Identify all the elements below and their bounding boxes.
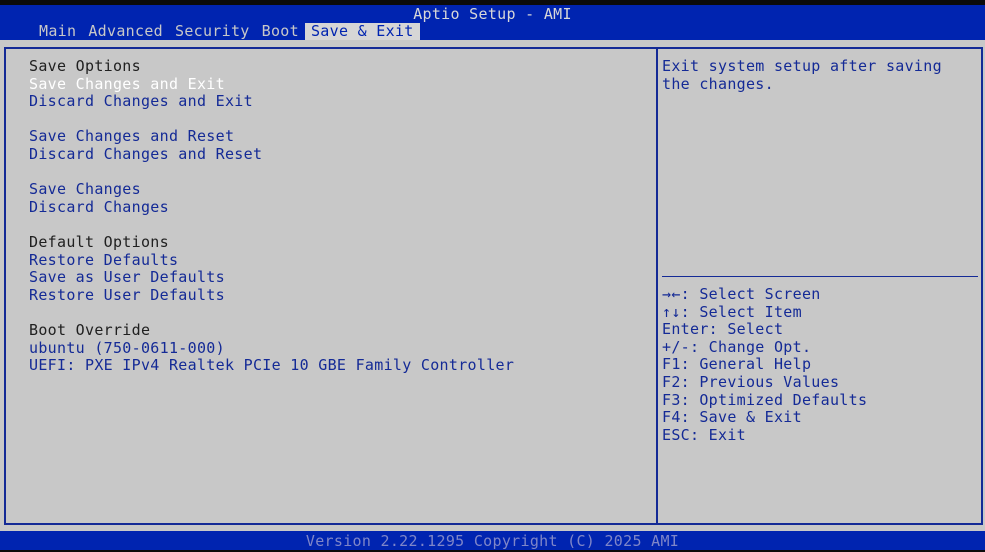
restore-user-defaults-item[interactable]: Restore User Defaults xyxy=(29,286,514,305)
key-hint-f3: F3: Optimized Defaults xyxy=(662,390,868,409)
section-header-boot-override: Boot Override xyxy=(29,320,151,339)
discard-changes-and-reset-item[interactable]: Discard Changes and Reset xyxy=(29,145,514,164)
tab-boot[interactable]: Boot xyxy=(256,22,305,40)
tab-advanced[interactable]: Advanced xyxy=(82,22,169,40)
tab-bar: Main Advanced Security Boot Save & Exit xyxy=(33,22,420,40)
section-header-save-options: Save Options xyxy=(29,57,141,75)
key-hint-select-item: ↑↓: Select Item xyxy=(662,302,802,321)
header-bar: Aptio Setup - AMI Main Advanced Security… xyxy=(0,5,985,40)
footer-version: Version 2.22.1295 Copyright (C) 2025 AMI xyxy=(0,531,985,550)
save-changes-and-exit-item[interactable]: Save Changes and Exit xyxy=(29,75,514,94)
save-changes-item[interactable]: Save Changes xyxy=(29,181,514,199)
save-exit-menu: Save Options Save Changes and Exit Disca… xyxy=(29,57,514,375)
key-hint-f2: F2: Previous Values xyxy=(662,372,840,391)
save-changes-and-reset-item[interactable]: Save Changes and Reset xyxy=(29,128,514,146)
spacer xyxy=(29,304,514,322)
tab-security[interactable]: Security xyxy=(169,22,256,40)
save-as-user-defaults-item[interactable]: Save as User Defaults xyxy=(29,269,514,287)
restore-defaults-item[interactable]: Restore Defaults xyxy=(29,251,514,270)
help-divider xyxy=(662,276,978,277)
key-hint-enter: Enter: Select xyxy=(662,320,784,339)
tab-main[interactable]: Main xyxy=(33,22,82,40)
boot-override-uefi-pxe-item[interactable]: UEFI: PXE IPv4 Realtek PCIe 10 GBE Famil… xyxy=(29,356,514,375)
spacer xyxy=(29,216,514,234)
key-hint-change-opt: +/-: Change Opt. xyxy=(662,337,812,356)
help-text: Exit system setup after saving the chang… xyxy=(662,57,952,93)
key-hint-f4: F4: Save & Exit xyxy=(662,408,802,427)
section-header-default-options: Default Options xyxy=(29,232,169,251)
key-hint-esc: ESC: Exit xyxy=(662,425,746,444)
boot-override-ubuntu-item[interactable]: ubuntu (750-0611-000) xyxy=(29,339,514,358)
discard-changes-and-exit-item[interactable]: Discard Changes and Exit xyxy=(29,93,514,111)
app-title: Aptio Setup - AMI xyxy=(413,5,572,23)
spacer xyxy=(29,164,514,182)
spacer xyxy=(29,111,514,129)
tab-save-and-exit[interactable]: Save & Exit xyxy=(304,22,420,40)
key-hint-select-screen: →←: Select Screen xyxy=(662,285,821,303)
discard-changes-item[interactable]: Discard Changes xyxy=(29,198,514,217)
key-hint-f1: F1: General Help xyxy=(662,355,812,374)
key-legend: →←: Select Screen ↑↓: Select Item Enter:… xyxy=(662,285,868,444)
